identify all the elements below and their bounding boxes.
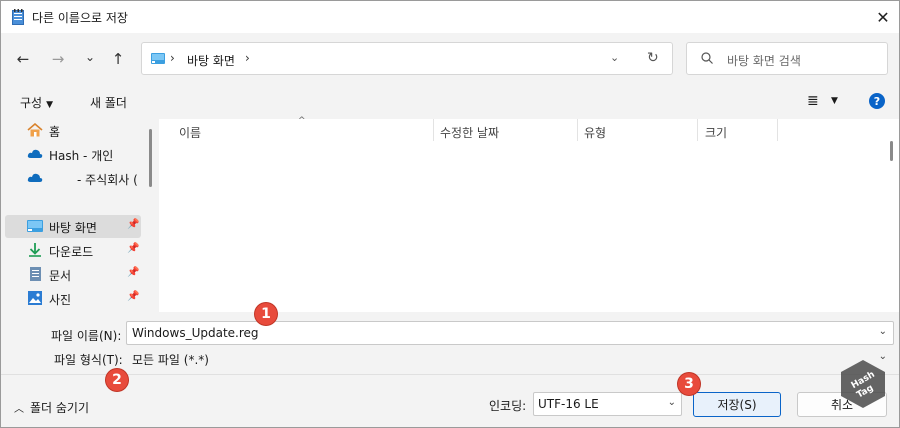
refresh-icon[interactable]: ↻ bbox=[647, 50, 659, 66]
navigation-scrollbar[interactable] bbox=[149, 129, 152, 187]
address-dropdown-icon[interactable]: ⌄ bbox=[610, 51, 619, 64]
pin-icon[interactable]: 📌 bbox=[127, 219, 139, 230]
up-button[interactable]: ↑ bbox=[107, 49, 129, 69]
breadcrumb-chevron-icon[interactable]: › bbox=[170, 51, 175, 65]
new-folder-button[interactable]: 새 폴더 bbox=[90, 94, 127, 111]
cloud-icon bbox=[27, 173, 43, 182]
picture-icon bbox=[28, 291, 42, 305]
breadcrumb-desktop[interactable]: 바탕 화면 bbox=[187, 52, 235, 69]
notepad-icon bbox=[12, 9, 24, 25]
column-header-type[interactable]: 유형 bbox=[584, 124, 606, 146]
step-callout-2: 2 bbox=[106, 369, 128, 391]
filetype-value: 모든 파일 (*.*) bbox=[132, 353, 209, 367]
encoding-label: 인코딩: bbox=[489, 399, 527, 413]
filename-label: 파일 이름(N): bbox=[51, 329, 122, 343]
organize-button[interactable]: 구성 ▼ bbox=[20, 94, 53, 111]
column-header-size[interactable]: 크기 bbox=[705, 124, 727, 146]
close-icon: ✕ bbox=[876, 7, 890, 27]
column-divider[interactable] bbox=[577, 119, 578, 141]
address-bar[interactable]: › 바탕 화면 › ⌄ ↻ bbox=[141, 42, 673, 75]
column-divider[interactable] bbox=[433, 119, 434, 141]
sidebar-item-desktop[interactable]: 바탕 화면 📌 bbox=[5, 215, 141, 238]
sidebar-item-home[interactable]: 홈 bbox=[5, 119, 141, 142]
sidebar-item-label: 다운로드 bbox=[49, 245, 94, 259]
organize-label: 구성 bbox=[20, 96, 43, 110]
filename-value: Windows_Update.reg bbox=[132, 326, 259, 340]
column-divider[interactable] bbox=[777, 119, 778, 141]
search-box[interactable]: 바탕 화면 검색 bbox=[686, 42, 888, 75]
pin-icon[interactable]: 📌 bbox=[127, 243, 139, 254]
download-icon bbox=[29, 243, 41, 257]
sort-ascending-icon: ^ bbox=[298, 116, 306, 126]
step-callout-3: 3 bbox=[678, 373, 700, 395]
step-callout-1: 1 bbox=[255, 303, 277, 325]
breadcrumb-chevron-icon[interactable]: › bbox=[245, 51, 250, 65]
footer-divider bbox=[1, 374, 899, 375]
recent-locations-button[interactable]: ⌄ bbox=[79, 47, 101, 67]
filetype-label: 파일 형식(T): bbox=[54, 353, 123, 367]
search-input[interactable]: 바탕 화면 검색 bbox=[727, 52, 801, 69]
desktop-icon bbox=[151, 53, 165, 64]
arrow-left-icon: ← bbox=[16, 50, 30, 68]
cloud-icon bbox=[27, 149, 43, 158]
hide-folders-button[interactable]: ︿ 폴더 숨기기 bbox=[14, 399, 89, 416]
sidebar-item-label: Hash - 개인 bbox=[49, 149, 114, 163]
pin-icon[interactable]: 📌 bbox=[127, 291, 139, 302]
sidebar-item-onedrive-personal[interactable]: Hash - 개인 bbox=[5, 143, 141, 166]
sidebar-item-label: - 주식회사 ( bbox=[77, 173, 138, 187]
hide-folders-label: 폴더 숨기기 bbox=[30, 401, 90, 415]
sidebar-item-label: 사진 bbox=[49, 293, 72, 307]
sidebar-item-documents[interactable]: 문서 📌 bbox=[5, 263, 141, 286]
save-button[interactable]: 저장(S) bbox=[693, 392, 781, 417]
save-form: 파일 이름(N): Windows_Update.reg ⌄ 파일 형식(T):… bbox=[1, 312, 899, 427]
caret-down-icon[interactable]: ▼ bbox=[831, 96, 838, 106]
back-button[interactable]: ← bbox=[12, 49, 34, 69]
sidebar-item-label: 홈 bbox=[49, 125, 61, 139]
chevron-down-icon[interactable]: ⌄ bbox=[879, 326, 887, 337]
chevron-down-icon: ⌄ bbox=[667, 397, 676, 408]
navigation-bar: ← → ⌄ ↑ › 바탕 화면 › ⌄ ↻ 바탕 화면 검색 bbox=[1, 33, 899, 85]
caret-down-icon: ▼ bbox=[46, 100, 54, 110]
hashtag-logo: Hash Tag bbox=[841, 360, 885, 408]
chevron-up-icon: ︿ bbox=[14, 404, 24, 415]
close-button[interactable]: ✕ bbox=[869, 5, 897, 29]
filetype-select[interactable]: 모든 파일 (*.*) ⌄ bbox=[126, 346, 894, 370]
column-header-name[interactable]: 이름 bbox=[179, 124, 201, 146]
home-icon bbox=[27, 123, 43, 137]
document-icon bbox=[30, 267, 41, 281]
arrow-right-icon: → bbox=[51, 50, 65, 68]
sidebar-item-downloads[interactable]: 다운로드 📌 bbox=[5, 239, 141, 262]
help-icon[interactable]: ? bbox=[869, 93, 885, 109]
encoding-value: UTF-16 LE bbox=[538, 397, 599, 411]
arrow-up-icon: ↑ bbox=[111, 50, 125, 68]
column-header-date-modified[interactable]: 수정한 날짜 bbox=[440, 124, 499, 146]
column-divider[interactable] bbox=[697, 119, 698, 141]
encoding-select[interactable]: UTF-16 LE ⌄ bbox=[533, 392, 682, 416]
window-title: 다른 이름으로 저장 bbox=[32, 11, 128, 25]
chevron-down-icon: ⌄ bbox=[84, 50, 96, 64]
sidebar-item-pictures[interactable]: 사진 📌 bbox=[5, 287, 141, 310]
sidebar-item-label: 바탕 화면 bbox=[49, 221, 97, 235]
sidebar-item-onedrive-business[interactable]: - 주식회사 ( bbox=[5, 167, 141, 190]
file-list-scrollbar[interactable] bbox=[890, 141, 893, 161]
command-bar: 구성 ▼ 새 폴더 ≣ ▼ ? bbox=[1, 85, 899, 119]
save-as-dialog: 다른 이름으로 저장 ✕ ← → ⌄ ↑ › 바탕 화면 › ⌄ ↻ 바탕 화면… bbox=[0, 0, 900, 428]
sidebar-item-label: 문서 bbox=[49, 269, 72, 283]
desktop-icon bbox=[27, 220, 43, 232]
search-icon bbox=[701, 52, 713, 64]
view-options-icon[interactable]: ≣ bbox=[807, 93, 819, 109]
pin-icon[interactable]: 📌 bbox=[127, 267, 139, 278]
navigation-pane: 홈 Hash - 개인 - 주식회사 ( 바탕 화면 📌 다운로드 📌 문서 📌… bbox=[1, 119, 157, 312]
filename-input[interactable]: Windows_Update.reg ⌄ bbox=[126, 321, 894, 345]
forward-button[interactable]: → bbox=[47, 49, 69, 69]
file-list[interactable]: ^ 이름 수정한 날짜 유형 크기 bbox=[159, 116, 899, 312]
title-bar: 다른 이름으로 저장 ✕ bbox=[1, 1, 899, 33]
